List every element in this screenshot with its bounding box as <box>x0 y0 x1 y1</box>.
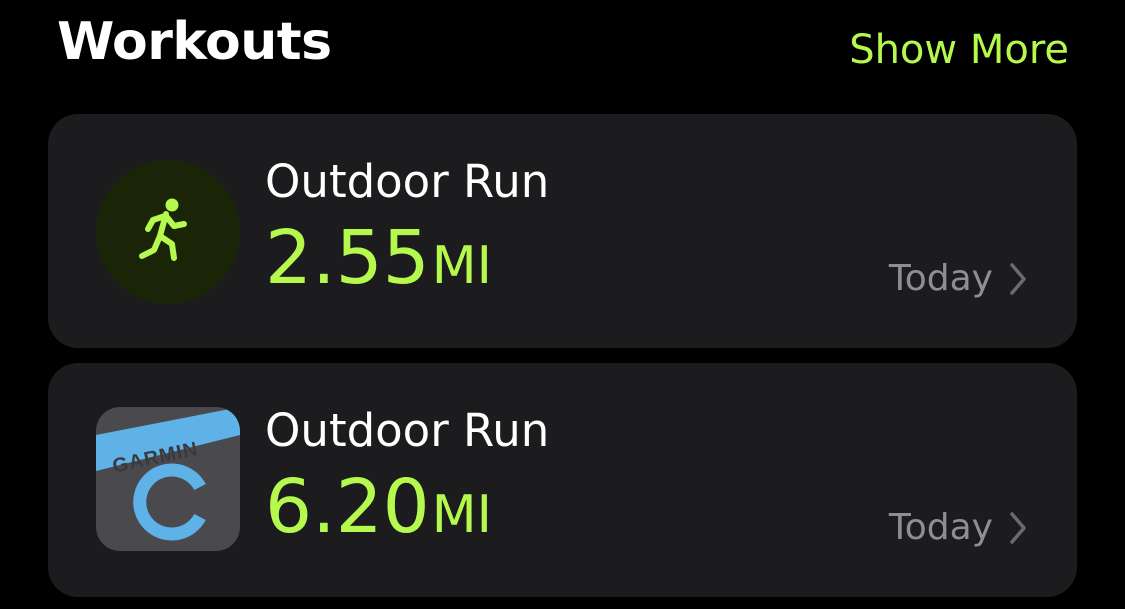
workout-date: Today <box>888 507 993 548</box>
workout-date-row: Today <box>889 254 1027 304</box>
workout-name: Outdoor Run <box>265 155 550 208</box>
workout-name: Outdoor Run <box>265 404 550 457</box>
distance-unit: MI <box>431 485 492 545</box>
workout-card[interactable]: GARMIN Outdoor Run 6.20MI Today <box>48 363 1077 597</box>
workout-distance: 6.20MI <box>265 467 492 567</box>
section-header: Workouts Show More <box>57 10 1069 80</box>
chevron-right-icon <box>1010 512 1026 544</box>
garmin-app-icon: GARMIN <box>96 407 240 551</box>
workout-date: Today <box>888 258 993 299</box>
distance-unit: MI <box>431 236 492 296</box>
running-figure-icon <box>96 160 240 304</box>
workout-card[interactable]: Outdoor Run 2.55MI Today <box>48 114 1077 348</box>
section-title: Workouts <box>57 12 332 72</box>
distance-value: 6.20 <box>265 464 430 550</box>
workouts-section: Workouts Show More Outdoor Run 2.55MI To… <box>0 0 1125 609</box>
distance-value: 2.55 <box>265 215 430 301</box>
workout-date-row: Today <box>889 503 1027 553</box>
show-more-button[interactable]: Show More <box>849 20 1069 80</box>
workout-distance: 2.55MI <box>265 218 492 318</box>
chevron-right-icon <box>1010 263 1026 295</box>
